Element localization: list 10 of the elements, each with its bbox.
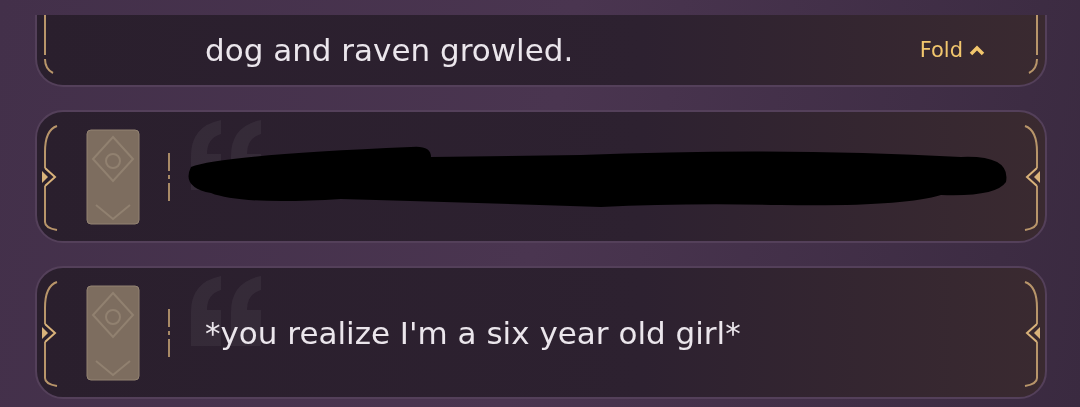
message-text: dog and raven growled. xyxy=(205,32,574,68)
divider-ornament-icon xyxy=(167,308,171,357)
message-text: *you realize I'm a six year old girl* xyxy=(205,314,741,351)
divider-ornament-icon xyxy=(167,152,171,201)
fold-button[interactable]: Fold xyxy=(919,38,985,62)
rail-ornament-icon xyxy=(1027,15,1039,75)
caret-icon xyxy=(969,44,985,56)
card-icon xyxy=(86,128,140,225)
rail-ornament-icon xyxy=(43,15,55,75)
card-icon xyxy=(86,284,140,381)
